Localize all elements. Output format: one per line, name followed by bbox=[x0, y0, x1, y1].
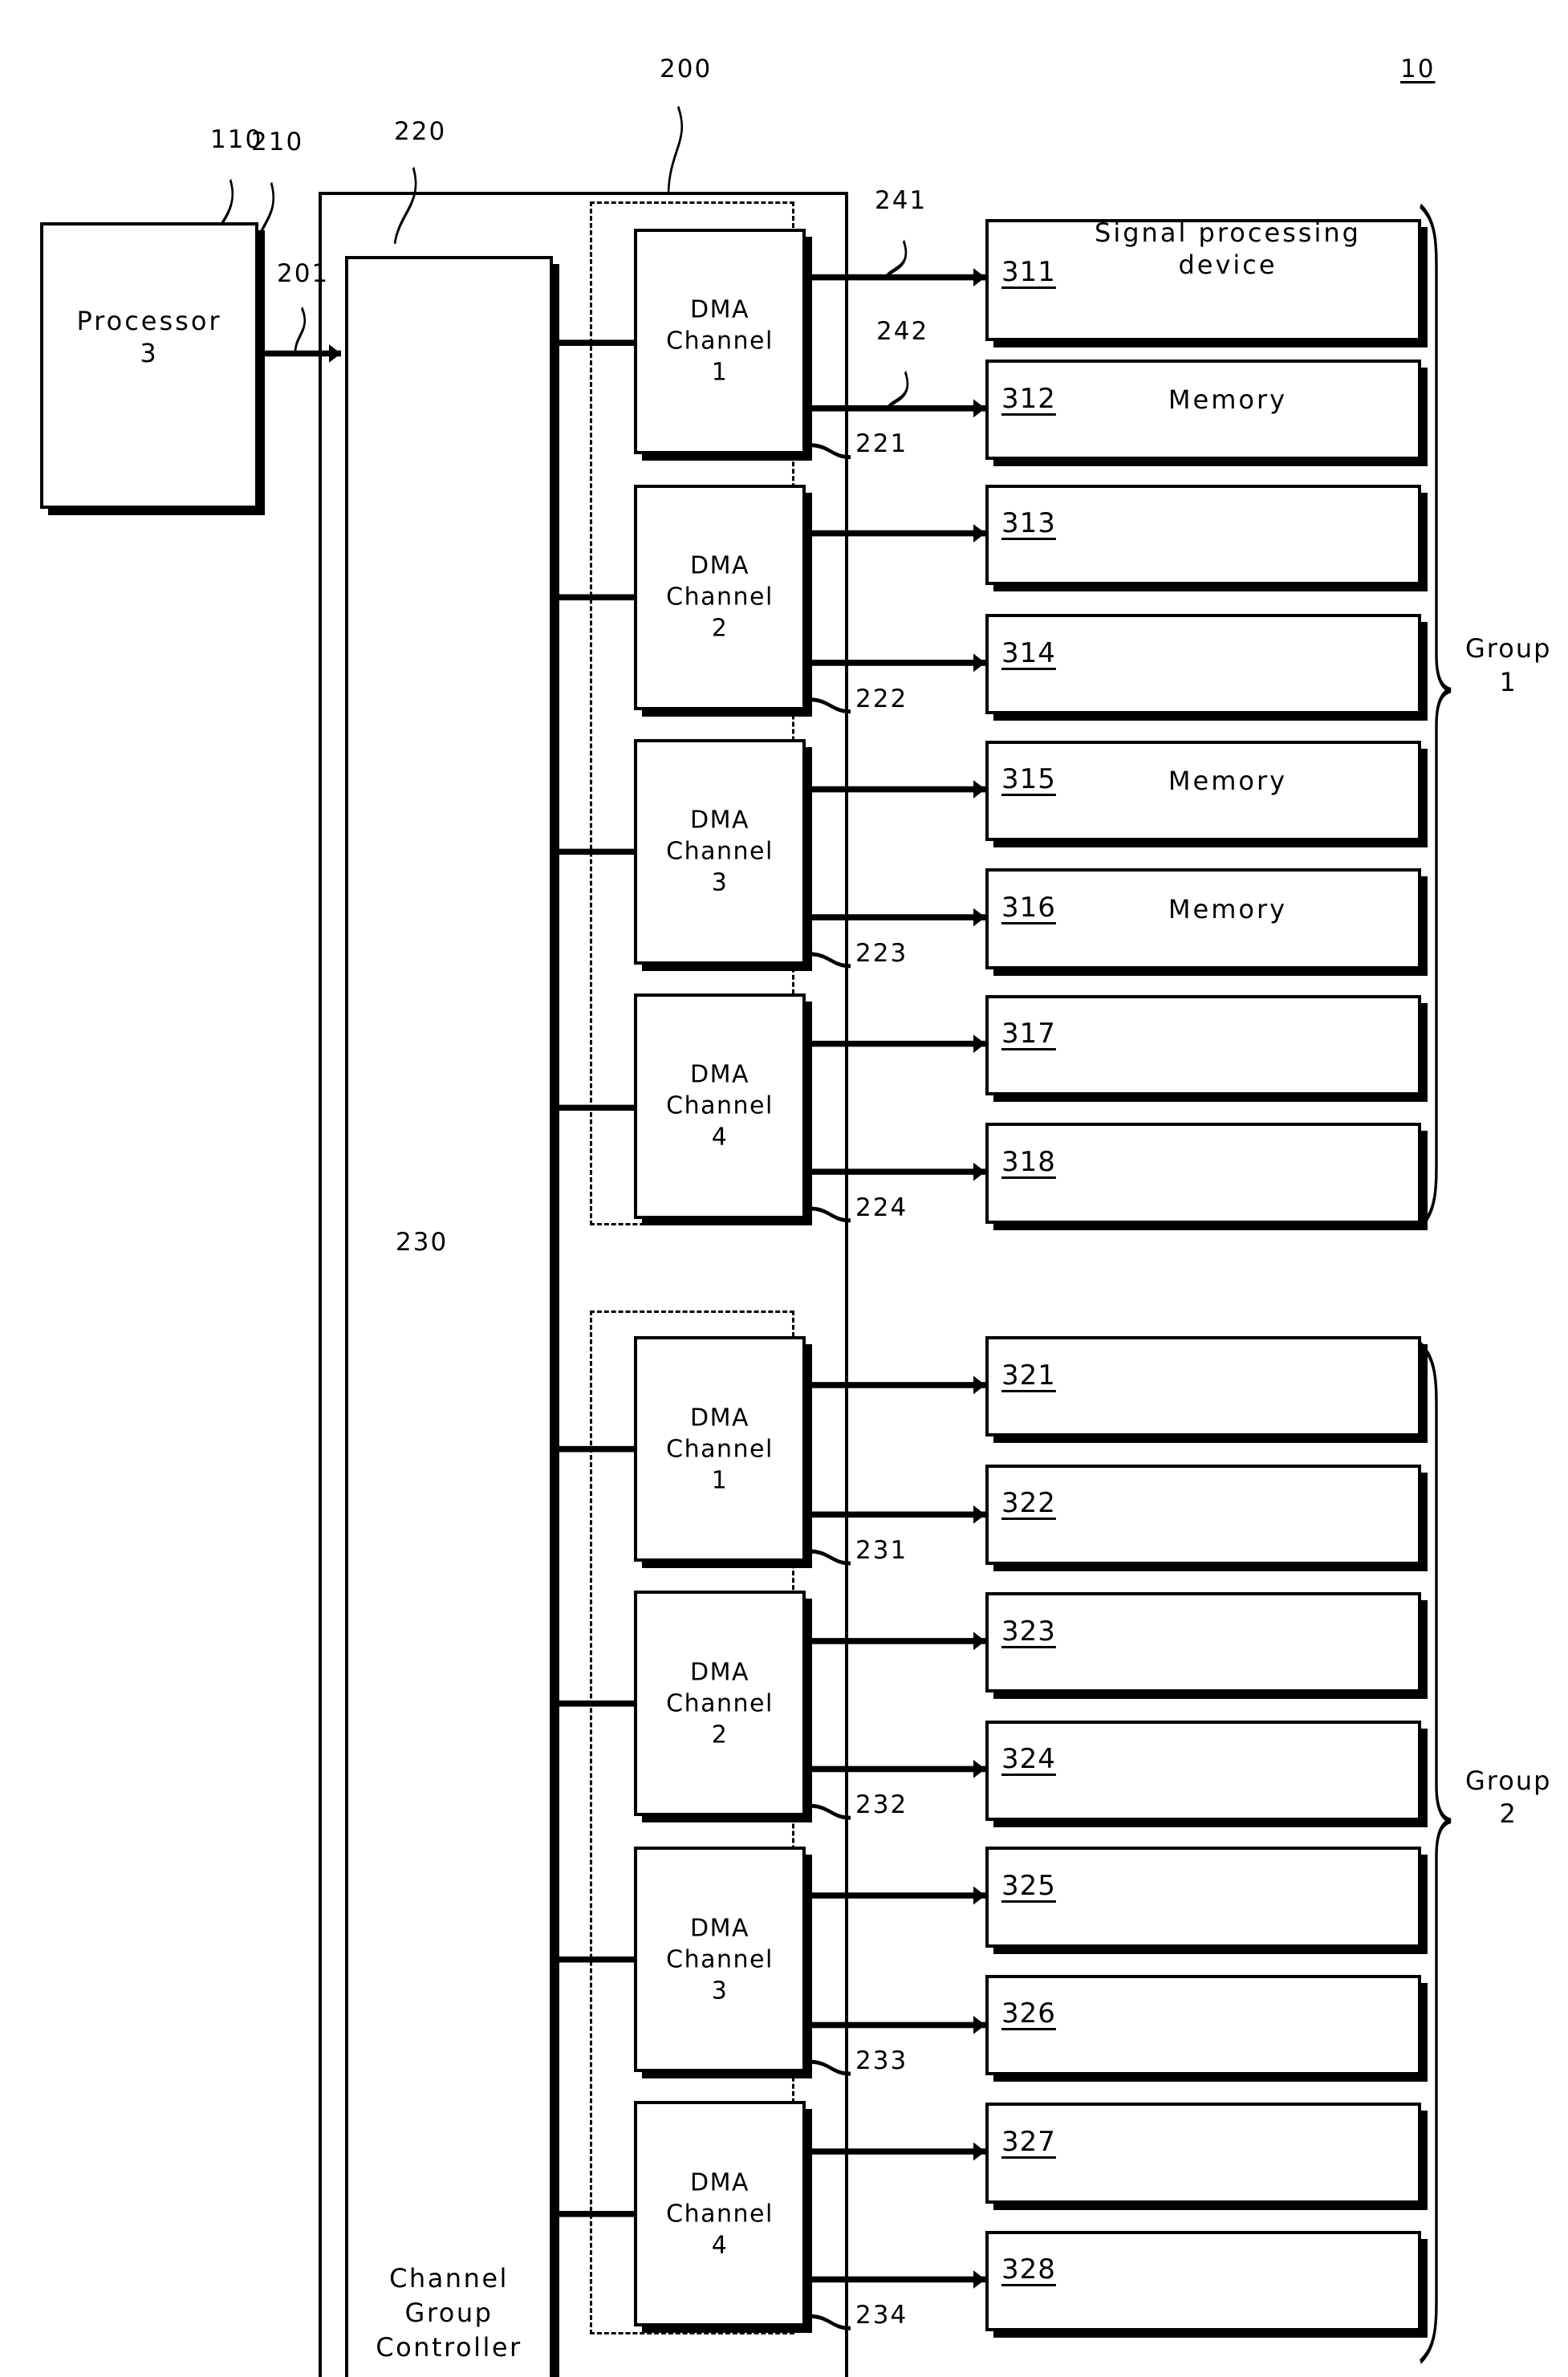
dma-channel-2-group-1-label: DMA Channel 2 bbox=[637, 551, 802, 644]
group-1-label-line2: 1 bbox=[1499, 666, 1517, 697]
dma-channel-1-group-1-label: DMA Channel 1 bbox=[637, 295, 802, 388]
group-1-label-line1: Group bbox=[1465, 632, 1552, 664]
ref-220: 220 bbox=[394, 117, 447, 147]
dma-label-line2: Channel bbox=[666, 1689, 774, 1718]
ref-241: 241 bbox=[875, 185, 928, 215]
ref-231: 231 bbox=[855, 1535, 908, 1565]
dma-label-line3: 1 bbox=[711, 358, 729, 387]
dma-label-line3: 3 bbox=[711, 1977, 729, 2005]
peripheral-311-name: Signal processing device bbox=[1043, 217, 1412, 281]
processor-3-label-line2: 3 bbox=[140, 337, 159, 368]
dma-label-line2: Channel bbox=[666, 1435, 774, 1464]
dma-channel-2-group-2-box: DMA Channel 2 bbox=[634, 1591, 806, 1817]
processor-3-label: Processor 3 bbox=[40, 305, 258, 369]
dma-label-line1: DMA bbox=[689, 551, 749, 580]
cgc-label-line3: Controller bbox=[376, 2332, 522, 2363]
peripheral-312-ref: 312 bbox=[1001, 382, 1056, 415]
dma-label-line1: DMA bbox=[689, 1404, 749, 1432]
ref-200: 200 bbox=[660, 55, 713, 84]
cgc-label-line1: Channel bbox=[389, 2262, 509, 2294]
peripheral-316-name: Memory bbox=[1168, 893, 1288, 924]
dma-label-line1: DMA bbox=[689, 806, 749, 835]
dma-channel-3-group-1-label: DMA Channel 3 bbox=[637, 805, 802, 899]
ref-222: 222 bbox=[855, 684, 908, 713]
dma-channel-3-group-2-box: DMA Channel 3 bbox=[634, 1847, 806, 2073]
channel-group-controller-label: Channel Group Controller bbox=[345, 2261, 553, 2366]
dma-channel-3-group-2-label: DMA Channel 3 bbox=[637, 1912, 802, 2006]
dma-label-line3: 4 bbox=[711, 2231, 729, 2260]
group-2-label-line2: 2 bbox=[1499, 1798, 1517, 1830]
dma-label-line2: Channel bbox=[666, 327, 774, 356]
group-2-label-line1: Group bbox=[1465, 1765, 1552, 1796]
peripheral-325-ref: 325 bbox=[1001, 1869, 1056, 1902]
peripheral-324-ref: 324 bbox=[1001, 1743, 1056, 1776]
ref-233: 233 bbox=[855, 2046, 908, 2075]
group-1-bracket-label: Group 1 bbox=[1465, 632, 1551, 699]
peripheral-316-ref: 316 bbox=[1001, 891, 1056, 924]
peripheral-321-ref: 321 bbox=[1001, 1359, 1056, 1392]
processor-3-label-line1: Processor bbox=[76, 305, 222, 336]
dma-channel-1-group-2-label: DMA Channel 1 bbox=[637, 1402, 802, 1496]
dma-label-line2: Channel bbox=[666, 2200, 774, 2229]
patent-figure-canvas: 200 10 Processor 3 110 201 Processor 2 1… bbox=[0, 0, 1568, 2377]
peripheral-312-name: Memory bbox=[1168, 384, 1288, 416]
dma-label-line1: DMA bbox=[689, 1914, 749, 1943]
peripheral-327-ref: 327 bbox=[1001, 2125, 1056, 2158]
ref-223: 223 bbox=[855, 938, 908, 968]
cgc-label-line2: Group bbox=[404, 2297, 494, 2328]
dma-label-line3: 1 bbox=[711, 1466, 729, 1495]
dma-channel-4-group-1-label: DMA Channel 4 bbox=[637, 1059, 802, 1153]
dma-channel-1-group-2-box: DMA Channel 1 bbox=[634, 1336, 806, 1562]
ref-230: 230 bbox=[396, 1228, 449, 1258]
dma-channel-4-group-1-box: DMA Channel 4 bbox=[634, 993, 806, 1219]
peripheral-317-ref: 317 bbox=[1001, 1018, 1056, 1050]
ref-221: 221 bbox=[855, 429, 908, 459]
channel-group-controller-box bbox=[345, 255, 553, 2377]
dma-channel-3-group-1-box: DMA Channel 3 bbox=[634, 738, 806, 965]
ref-201: 201 bbox=[277, 258, 330, 288]
dma-label-line1: DMA bbox=[689, 1060, 749, 1089]
dma-label-line3: 3 bbox=[711, 868, 729, 897]
peripheral-318-ref: 318 bbox=[1001, 1145, 1056, 1178]
dma-channel-2-group-2-label: DMA Channel 2 bbox=[637, 1656, 802, 1750]
dma-label-line2: Channel bbox=[666, 1945, 774, 1974]
peripheral-326-ref: 326 bbox=[1001, 1997, 1056, 2030]
peripheral-314-ref: 314 bbox=[1001, 636, 1056, 669]
peripheral-313-ref: 313 bbox=[1001, 507, 1056, 540]
group-2-bracket-label: Group 2 bbox=[1465, 1765, 1551, 1831]
dma-label-line3: 4 bbox=[711, 1123, 729, 1152]
peripheral-323-ref: 323 bbox=[1001, 1615, 1056, 1648]
peripheral-name-line1: Signal processing bbox=[1095, 217, 1361, 248]
peripheral-315-ref: 315 bbox=[1001, 763, 1056, 796]
ref-224: 224 bbox=[855, 1193, 908, 1222]
dma-label-line2: Channel bbox=[666, 583, 774, 612]
dma-label-line1: DMA bbox=[689, 1658, 749, 1687]
ref-10-system: 10 bbox=[1400, 55, 1436, 84]
dma-channel-2-group-1-box: DMA Channel 2 bbox=[634, 484, 806, 710]
dma-label-line2: Channel bbox=[666, 1091, 774, 1120]
dma-label-line2: Channel bbox=[666, 837, 774, 866]
ref-242: 242 bbox=[876, 316, 929, 346]
peripheral-322-ref: 322 bbox=[1001, 1487, 1056, 1520]
ref-210: 210 bbox=[251, 128, 304, 157]
ref-232: 232 bbox=[855, 1790, 908, 1819]
dma-label-line3: 2 bbox=[711, 614, 729, 643]
ref-234: 234 bbox=[855, 2301, 908, 2330]
peripheral-name-line2: device bbox=[1178, 249, 1278, 280]
peripheral-315-name: Memory bbox=[1168, 766, 1288, 797]
dma-label-line1: DMA bbox=[689, 295, 749, 324]
dma-channel-1-group-1-box: DMA Channel 1 bbox=[634, 228, 806, 454]
dma-channel-4-group-2-label: DMA Channel 4 bbox=[637, 2167, 802, 2261]
dma-channel-4-group-2-box: DMA Channel 4 bbox=[634, 2101, 806, 2327]
dma-label-line1: DMA bbox=[689, 2168, 749, 2197]
peripheral-328-ref: 328 bbox=[1001, 2253, 1056, 2286]
dma-label-line3: 2 bbox=[711, 1721, 729, 1749]
